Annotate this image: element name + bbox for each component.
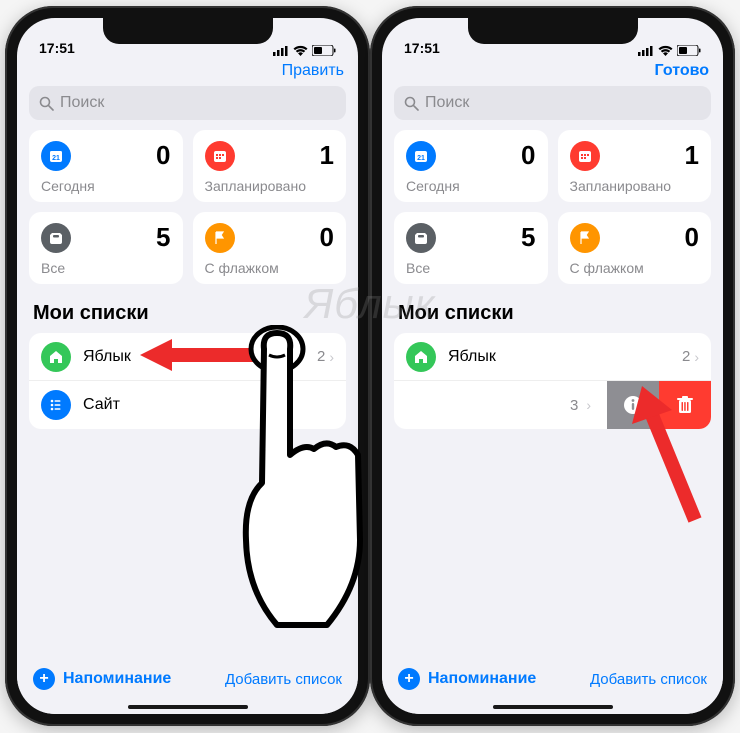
nav: Готово: [382, 58, 723, 86]
status-time: 17:51: [39, 40, 75, 56]
trash-icon: [676, 395, 694, 415]
card-label: Сегодня: [406, 178, 536, 194]
my-lists: Яблык 2 › 3 ›: [394, 333, 711, 429]
home-icon: [41, 342, 71, 372]
phone-right: 17:51 Готово Поиск 21 0: [370, 6, 735, 726]
new-reminder-button[interactable]: + Напоминание: [33, 668, 171, 690]
card-label: Сегодня: [41, 178, 171, 194]
swipe-info-button[interactable]: [607, 381, 659, 429]
list-label: Яблык: [448, 348, 682, 366]
svg-text:21: 21: [417, 155, 425, 162]
chevron-right-icon: ›: [586, 397, 591, 413]
summary-cards: 21 0 Сегодня 1 Запланировано 5: [382, 130, 723, 284]
info-icon: [623, 395, 643, 415]
plus-icon: +: [398, 668, 420, 690]
card-label: С флажком: [570, 260, 700, 276]
card-label: Все: [41, 260, 171, 276]
status-time: 17:51: [404, 40, 440, 56]
flag-icon: [570, 223, 600, 253]
status-icons: [273, 45, 336, 56]
add-list-button[interactable]: Добавить список: [590, 671, 707, 688]
list-row-yablyk[interactable]: Яблык 2 ›: [29, 333, 346, 381]
card-count: 1: [320, 140, 334, 171]
card-count: 0: [320, 222, 334, 253]
summary-cards: 21 0 Сегодня 1 Запланировано 5: [17, 130, 358, 284]
list-count: 3: [570, 397, 578, 414]
section-my-lists: Мои списки: [17, 284, 358, 333]
calendar-grid-icon: [205, 141, 235, 171]
card-count: 1: [685, 140, 699, 171]
list-label: Яблык: [83, 348, 317, 366]
tray-icon: [406, 223, 436, 253]
list-row-site[interactable]: Сайт: [29, 381, 346, 429]
notch: [103, 18, 273, 44]
search-input[interactable]: Поиск: [29, 86, 346, 120]
card-label: Все: [406, 260, 536, 276]
tray-icon: [41, 223, 71, 253]
section-my-lists: Мои списки: [382, 284, 723, 333]
list-count: 2: [317, 348, 325, 365]
add-list-button[interactable]: Добавить список: [225, 671, 342, 688]
plus-icon: +: [33, 668, 55, 690]
search-placeholder: Поиск: [60, 94, 104, 112]
new-reminder-label: Напоминание: [63, 670, 171, 688]
card-count: 5: [521, 222, 535, 253]
phone-left: 17:51 Править Поиск 21 0: [5, 6, 370, 726]
svg-text:21: 21: [52, 155, 60, 162]
home-indicator[interactable]: [128, 705, 248, 709]
card-count: 5: [156, 222, 170, 253]
calendar-grid-icon: [570, 141, 600, 171]
card-all[interactable]: 5 Все: [394, 212, 548, 284]
search-icon: [39, 96, 54, 111]
list-count: 2: [682, 348, 690, 365]
card-today[interactable]: 21 0 Сегодня: [394, 130, 548, 202]
edit-button[interactable]: Править: [282, 62, 344, 80]
card-label: Запланировано: [570, 178, 700, 194]
card-scheduled[interactable]: 1 Запланировано: [193, 130, 347, 202]
my-lists: Яблык 2 › Сайт: [29, 333, 346, 429]
home-indicator[interactable]: [493, 705, 613, 709]
card-label: С флажком: [205, 260, 335, 276]
list-row-yablyk[interactable]: Яблык 2 ›: [394, 333, 711, 381]
calendar-icon: 21: [406, 141, 436, 171]
swipe-delete-button[interactable]: [659, 381, 711, 429]
flag-icon: [205, 223, 235, 253]
new-reminder-label: Напоминание: [428, 670, 536, 688]
list-label: Сайт: [83, 396, 330, 414]
home-icon: [406, 342, 436, 372]
card-scheduled[interactable]: 1 Запланировано: [558, 130, 712, 202]
search-input[interactable]: Поиск: [394, 86, 711, 120]
search-icon: [404, 96, 419, 111]
chevron-right-icon: ›: [694, 349, 699, 365]
card-label: Запланировано: [205, 178, 335, 194]
card-all[interactable]: 5 Все: [29, 212, 183, 284]
done-button[interactable]: Готово: [655, 62, 709, 80]
notch: [468, 18, 638, 44]
card-flagged[interactable]: 0 С флажком: [558, 212, 712, 284]
card-count: 0: [156, 140, 170, 171]
card-today[interactable]: 21 0 Сегодня: [29, 130, 183, 202]
card-count: 0: [685, 222, 699, 253]
nav: Править: [17, 58, 358, 86]
calendar-icon: 21: [41, 141, 71, 171]
card-count: 0: [521, 140, 535, 171]
list-icon: [41, 390, 71, 420]
search-placeholder: Поиск: [425, 94, 469, 112]
card-flagged[interactable]: 0 С флажком: [193, 212, 347, 284]
status-icons: [638, 45, 701, 56]
new-reminder-button[interactable]: + Напоминание: [398, 668, 536, 690]
list-row-site-swiped[interactable]: 3 ›: [394, 381, 711, 429]
chevron-right-icon: ›: [329, 349, 334, 365]
